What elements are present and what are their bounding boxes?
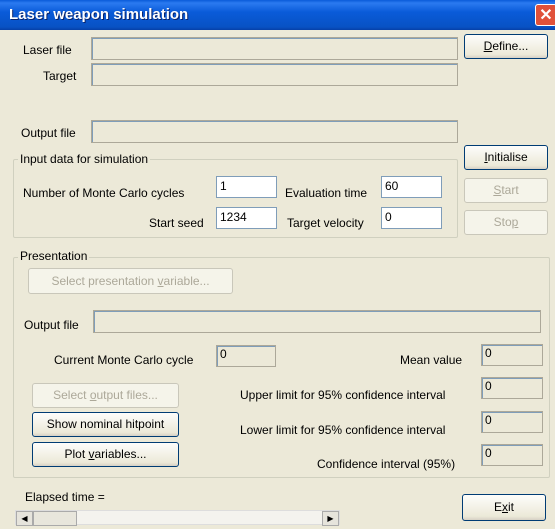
scroll-thumb[interactable] (33, 511, 77, 526)
mean-value-field: 0 (481, 344, 543, 366)
laser-file-label: Laser file (23, 43, 72, 57)
plot-variables-button[interactable]: Plot variables... (32, 442, 179, 467)
presentation-output-file-field (93, 310, 541, 333)
mean-value-label: Mean value (400, 353, 463, 367)
target-label: Target (43, 69, 77, 83)
current-cycle-label: Current Monte Carlo cycle (54, 353, 194, 367)
define-button[interactable]: Define... (464, 34, 548, 59)
confidence-interval-label: Confidence interval (95%) (317, 457, 456, 471)
input-data-title: Input data for simulation (18, 152, 151, 166)
target-velocity-label: Target velocity (287, 216, 364, 230)
elapsed-time-label: Elapsed time = (25, 490, 105, 504)
start-seed-label: Start seed (149, 216, 204, 230)
presentation-output-file-label: Output file (24, 318, 79, 332)
laser-file-field (91, 37, 458, 60)
upper-limit-label: Upper limit for 95% confidence interval (240, 388, 446, 402)
initialise-button[interactable]: Initialise (464, 145, 548, 170)
title-bar[interactable]: Laser weapon simulation ✕ (0, 0, 555, 30)
output-file-label: Output file (21, 126, 76, 140)
close-icon: ✕ (539, 7, 553, 24)
output-file-field (91, 120, 458, 143)
lower-limit-field: 0 (481, 411, 543, 433)
target-field (91, 63, 458, 86)
mc-cycles-input[interactable]: 1 (216, 176, 277, 198)
start-seed-input[interactable]: 1234 (216, 207, 277, 229)
scroll-left-icon[interactable]: ◀ (16, 511, 33, 526)
scroll-right-icon[interactable]: ▶ (322, 511, 339, 526)
lower-limit-label: Lower limit for 95% confidence interval (240, 423, 446, 437)
mc-cycles-label: Number of Monte Carlo cycles (23, 186, 185, 200)
window-title: Laser weapon simulation (9, 6, 189, 23)
eval-time-label: Evaluation time (285, 186, 368, 200)
main-window: Laser weapon simulation ✕ Laser file Def… (0, 0, 555, 529)
stop-button[interactable]: Stop (464, 210, 548, 235)
exit-button[interactable]: Exit (462, 494, 546, 521)
confidence-interval-field: 0 (481, 444, 543, 466)
select-output-files-button[interactable]: Select output files... (32, 383, 179, 408)
start-button[interactable]: Start (464, 178, 548, 203)
select-presentation-variable-button[interactable]: Select presentation variable... (28, 268, 233, 294)
upper-limit-field: 0 (481, 377, 543, 399)
target-velocity-input[interactable]: 0 (381, 207, 442, 229)
close-button[interactable]: ✕ (535, 4, 555, 26)
show-nominal-hitpoint-button[interactable]: Show nominal hitpoint (32, 412, 179, 437)
current-cycle-field: 0 (216, 345, 276, 367)
presentation-title: Presentation (18, 249, 90, 263)
eval-time-input[interactable]: 60 (381, 176, 442, 198)
elapsed-time-scrollbar[interactable]: ◀ ▶ (15, 510, 340, 526)
